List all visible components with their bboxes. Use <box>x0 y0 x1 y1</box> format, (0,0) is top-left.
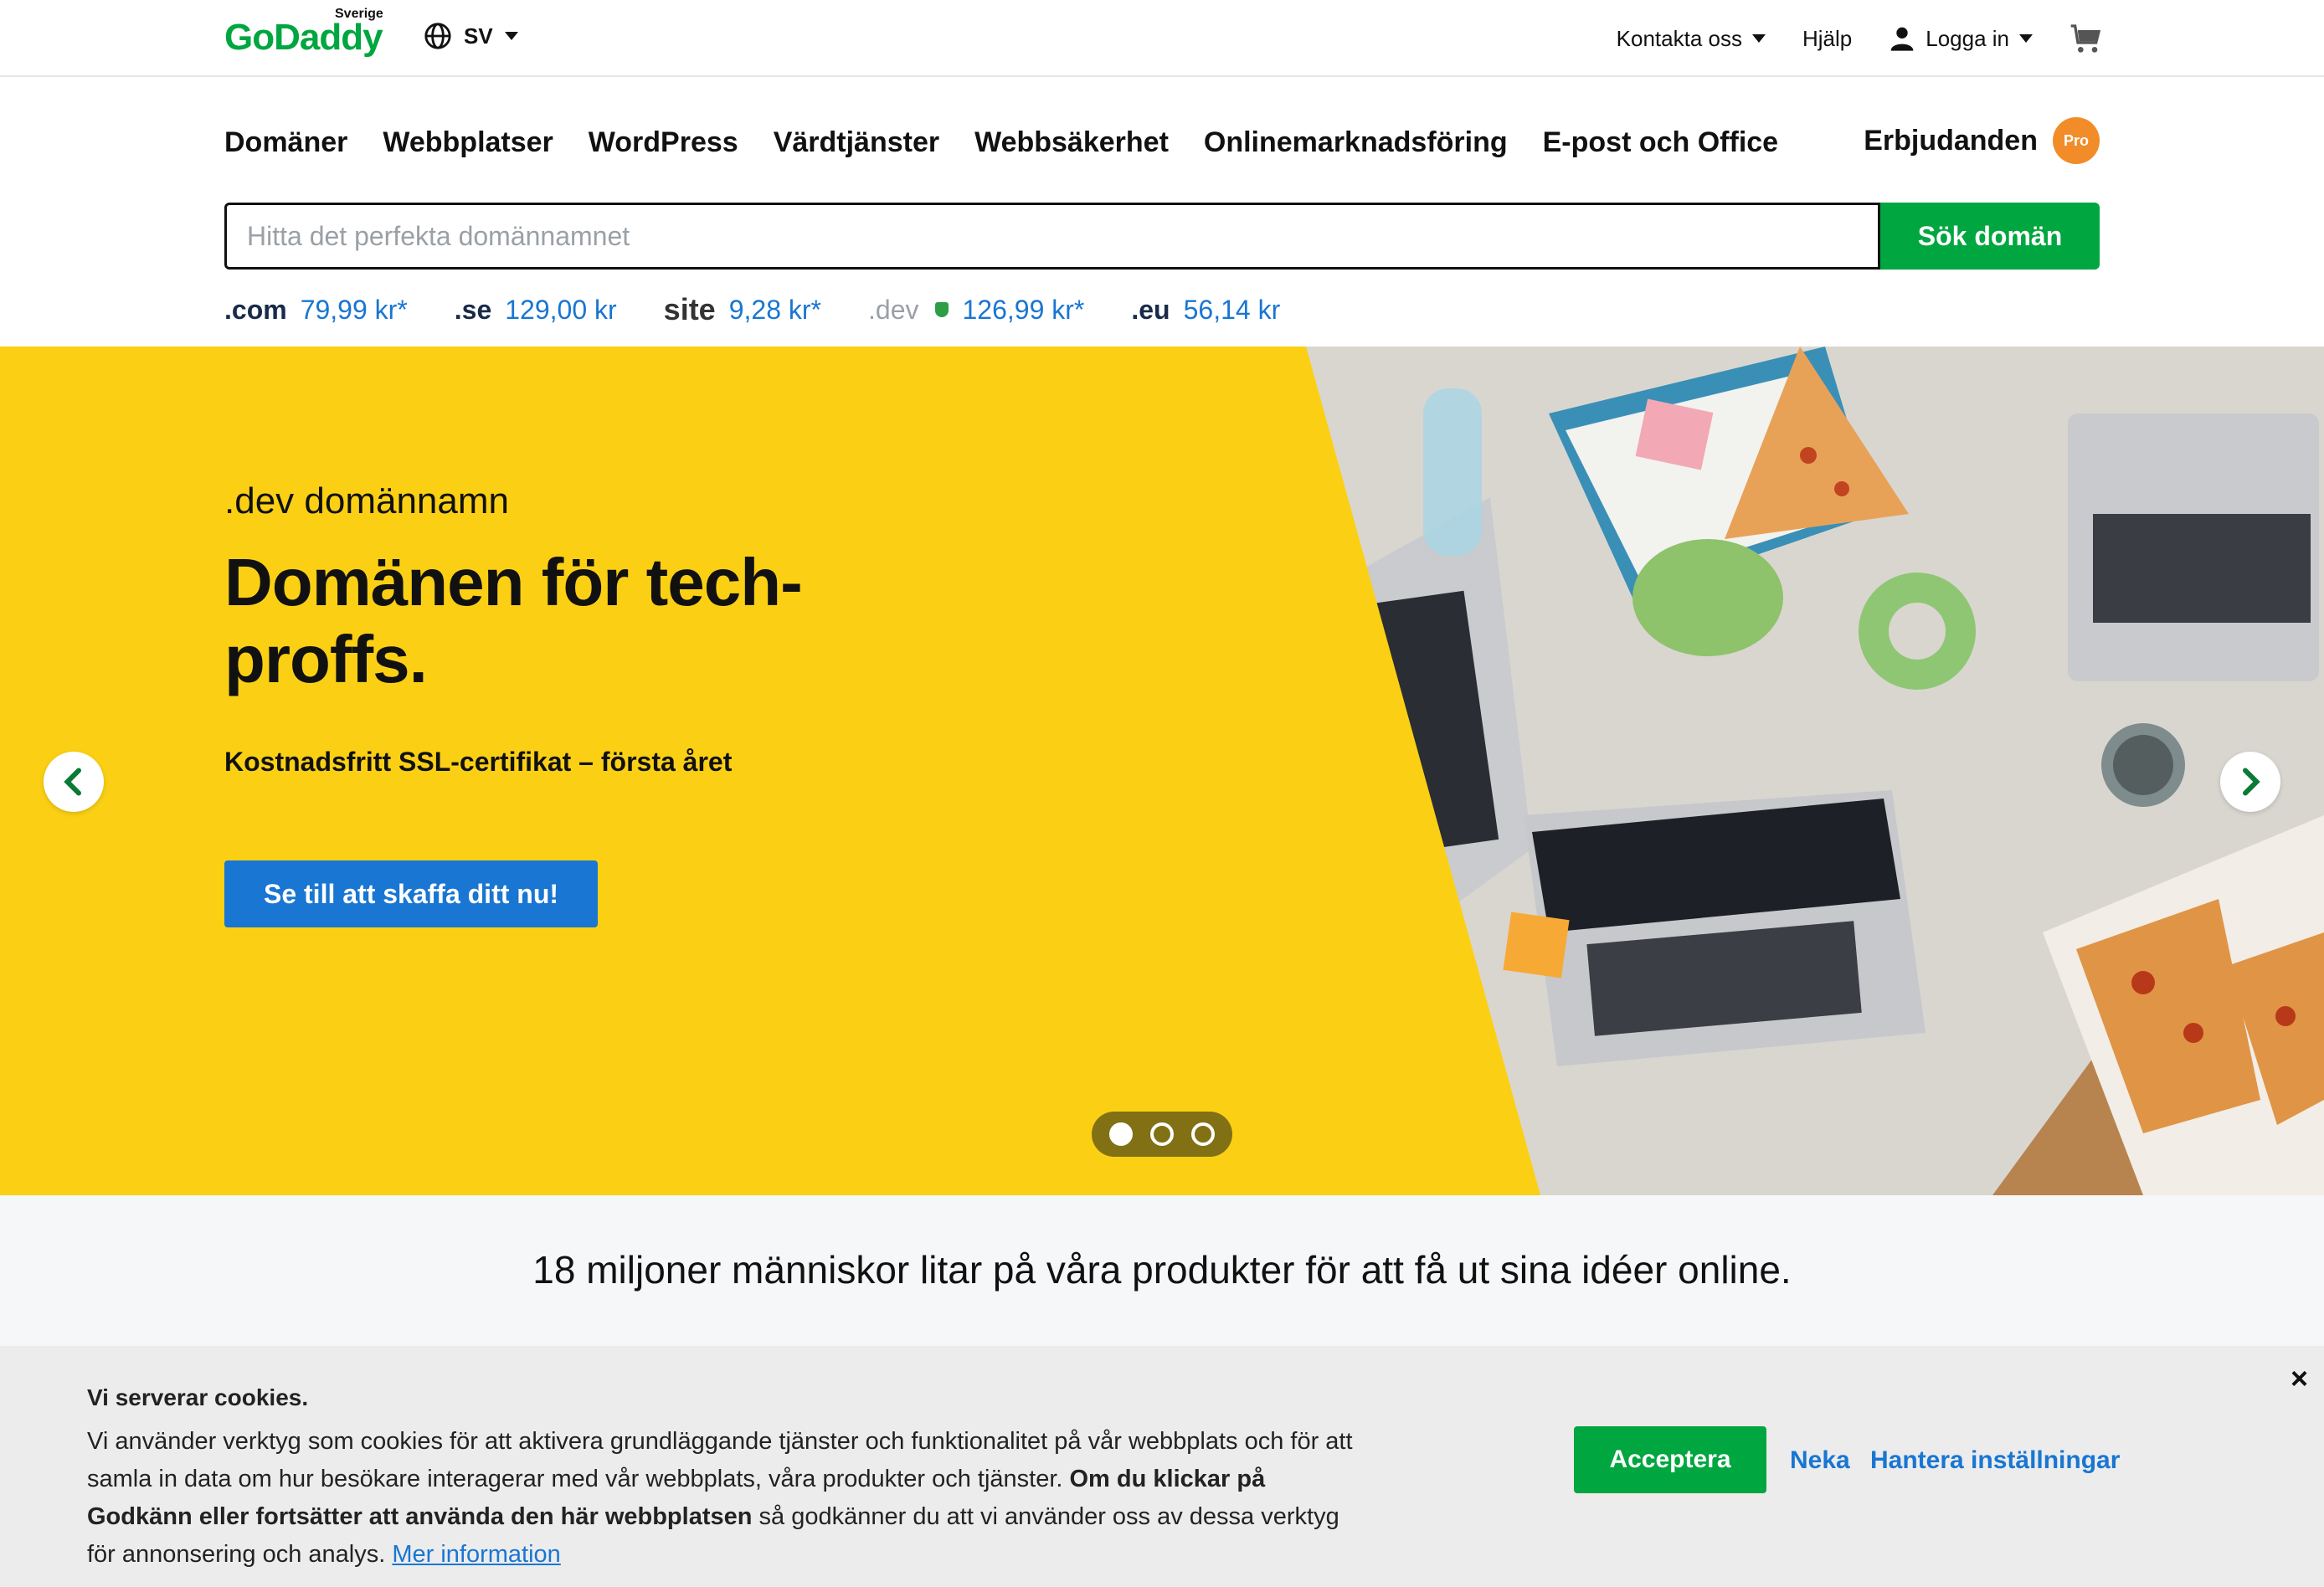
hero-subtitle: .dev domännamn <box>224 480 509 521</box>
tld-item-com[interactable]: .com 79,99 kr* <box>224 295 408 326</box>
godaddy-logo[interactable]: GoDaddy Sverige <box>224 7 383 60</box>
deals-link[interactable]: Erbjudanden Pro <box>1864 117 2100 164</box>
tld-price: 126,99 kr* <box>962 294 1085 325</box>
carousel-dot-3[interactable] <box>1191 1122 1216 1146</box>
chevron-down-icon <box>2019 34 2033 43</box>
nav-item-wordpress[interactable]: WordPress <box>589 126 738 159</box>
tld-price: 79,99 kr* <box>300 294 408 325</box>
tld-price: 129,00 kr <box>505 294 617 325</box>
nav-item-email[interactable]: E-post och Office <box>1543 126 1778 159</box>
domain-search: Sök domän <box>224 203 2100 270</box>
cookie-banner: Vi serverar cookies. Vi använder verktyg… <box>0 1346 2324 1587</box>
carousel-next-button[interactable] <box>2220 752 2280 812</box>
tld-item-dev[interactable]: .dev 126,99 kr* <box>868 295 1084 326</box>
language-label: SV <box>464 23 493 49</box>
tld-price: 9,28 kr* <box>728 294 821 325</box>
close-icon[interactable]: × <box>2291 1361 2308 1396</box>
hero-title-line-1: Domänen för tech- <box>224 545 803 619</box>
nav-item-websites[interactable]: Webbplatser <box>383 126 553 159</box>
nav-item-marketing[interactable]: Onlinemarknadsföring <box>1204 126 1508 159</box>
chevron-down-icon <box>504 32 518 40</box>
deny-cookies-link[interactable]: Neka <box>1790 1446 1850 1475</box>
shield-icon <box>935 302 949 317</box>
tld-item-se[interactable]: .se 129,00 kr <box>455 295 617 326</box>
nav-item-hosting[interactable]: Värdtjänster <box>774 126 939 159</box>
carousel-prev-button[interactable] <box>44 752 104 812</box>
carousel-dots <box>1092 1112 1232 1157</box>
chevron-right-icon <box>2243 768 2260 796</box>
logo-country: Sverige <box>335 7 383 21</box>
nav-item-security[interactable]: Webbsäkerhet <box>974 126 1169 159</box>
tld-price: 56,14 kr <box>1183 294 1281 325</box>
language-selector[interactable]: SV <box>424 22 518 50</box>
hero-title-line-2: proffs. <box>224 622 428 696</box>
tld-name: site <box>663 292 716 326</box>
contact-menu[interactable]: Kontakta oss <box>1617 26 1766 52</box>
user-icon <box>1890 27 1914 51</box>
page: GoDaddy Sverige SV Kontakta oss Hjälp Lo… <box>0 0 2324 1587</box>
domain-search-input[interactable] <box>224 203 1880 270</box>
globe-icon <box>424 23 451 49</box>
hero-cta-button[interactable]: Se till att skaffa ditt nu! <box>224 860 598 927</box>
tld-item-site[interactable]: site 9,28 kr* <box>664 292 821 327</box>
cookie-body: Vi använder verktyg som cookies för att … <box>87 1423 1368 1574</box>
help-label: Hjälp <box>1802 25 1853 51</box>
tld-name: .com <box>224 294 287 325</box>
main-nav: Domäner Webbplatser WordPress Värdtjänst… <box>224 117 2100 167</box>
trust-section: 18 miljoner människor litar på våra prod… <box>0 1195 2324 1346</box>
hero-title: Domänen för tech- proffs. <box>224 544 894 698</box>
pro-badge[interactable]: Pro <box>2053 117 2100 164</box>
logo-text: GoDaddy <box>224 17 383 58</box>
top-right-menu: Kontakta oss Hjälp Logga in <box>1617 22 2103 55</box>
hero-description: Kostnadsfritt SSL-certifikat – första år… <box>224 747 733 777</box>
manage-settings-link[interactable]: Hantera inställningar <box>1870 1446 2120 1475</box>
tld-price-list: .com 79,99 kr* .se 129,00 kr site 9,28 k… <box>224 290 1280 330</box>
trust-text: 18 miljoner människor litar på våra prod… <box>532 1248 1792 1292</box>
login-label: Logga in <box>1926 25 2009 51</box>
login-menu[interactable]: Logga in <box>1889 25 2033 52</box>
search-domain-button[interactable]: Sök domän <box>1880 203 2100 270</box>
carousel-dot-2[interactable] <box>1149 1122 1174 1146</box>
tld-name: .se <box>454 294 492 325</box>
cookie-title: Vi serverar cookies. <box>87 1384 309 1410</box>
contact-label: Kontakta oss <box>1616 25 1742 51</box>
more-info-link[interactable]: Mer information <box>392 1541 560 1568</box>
chevron-down-icon <box>1751 34 1766 43</box>
nav-item-domains[interactable]: Domäner <box>224 126 347 159</box>
tld-name: .dev <box>868 294 919 325</box>
cart-icon <box>2070 24 2101 53</box>
carousel-dot-1[interactable] <box>1108 1122 1133 1146</box>
deals-label: Erbjudanden <box>1864 124 2038 157</box>
hero-banner: .dev domännamn Domänen för tech- proffs.… <box>0 347 2324 1195</box>
cart-button[interactable] <box>2069 22 2103 55</box>
top-bar: GoDaddy Sverige SV Kontakta oss Hjälp Lo… <box>0 0 2324 77</box>
chevron-left-icon <box>64 768 81 796</box>
help-link[interactable]: Hjälp <box>1802 26 1852 52</box>
tld-name: .eu <box>1131 294 1170 325</box>
tld-item-eu[interactable]: .eu 56,14 kr <box>1131 295 1280 326</box>
accept-cookies-button[interactable]: Acceptera <box>1574 1426 1766 1493</box>
